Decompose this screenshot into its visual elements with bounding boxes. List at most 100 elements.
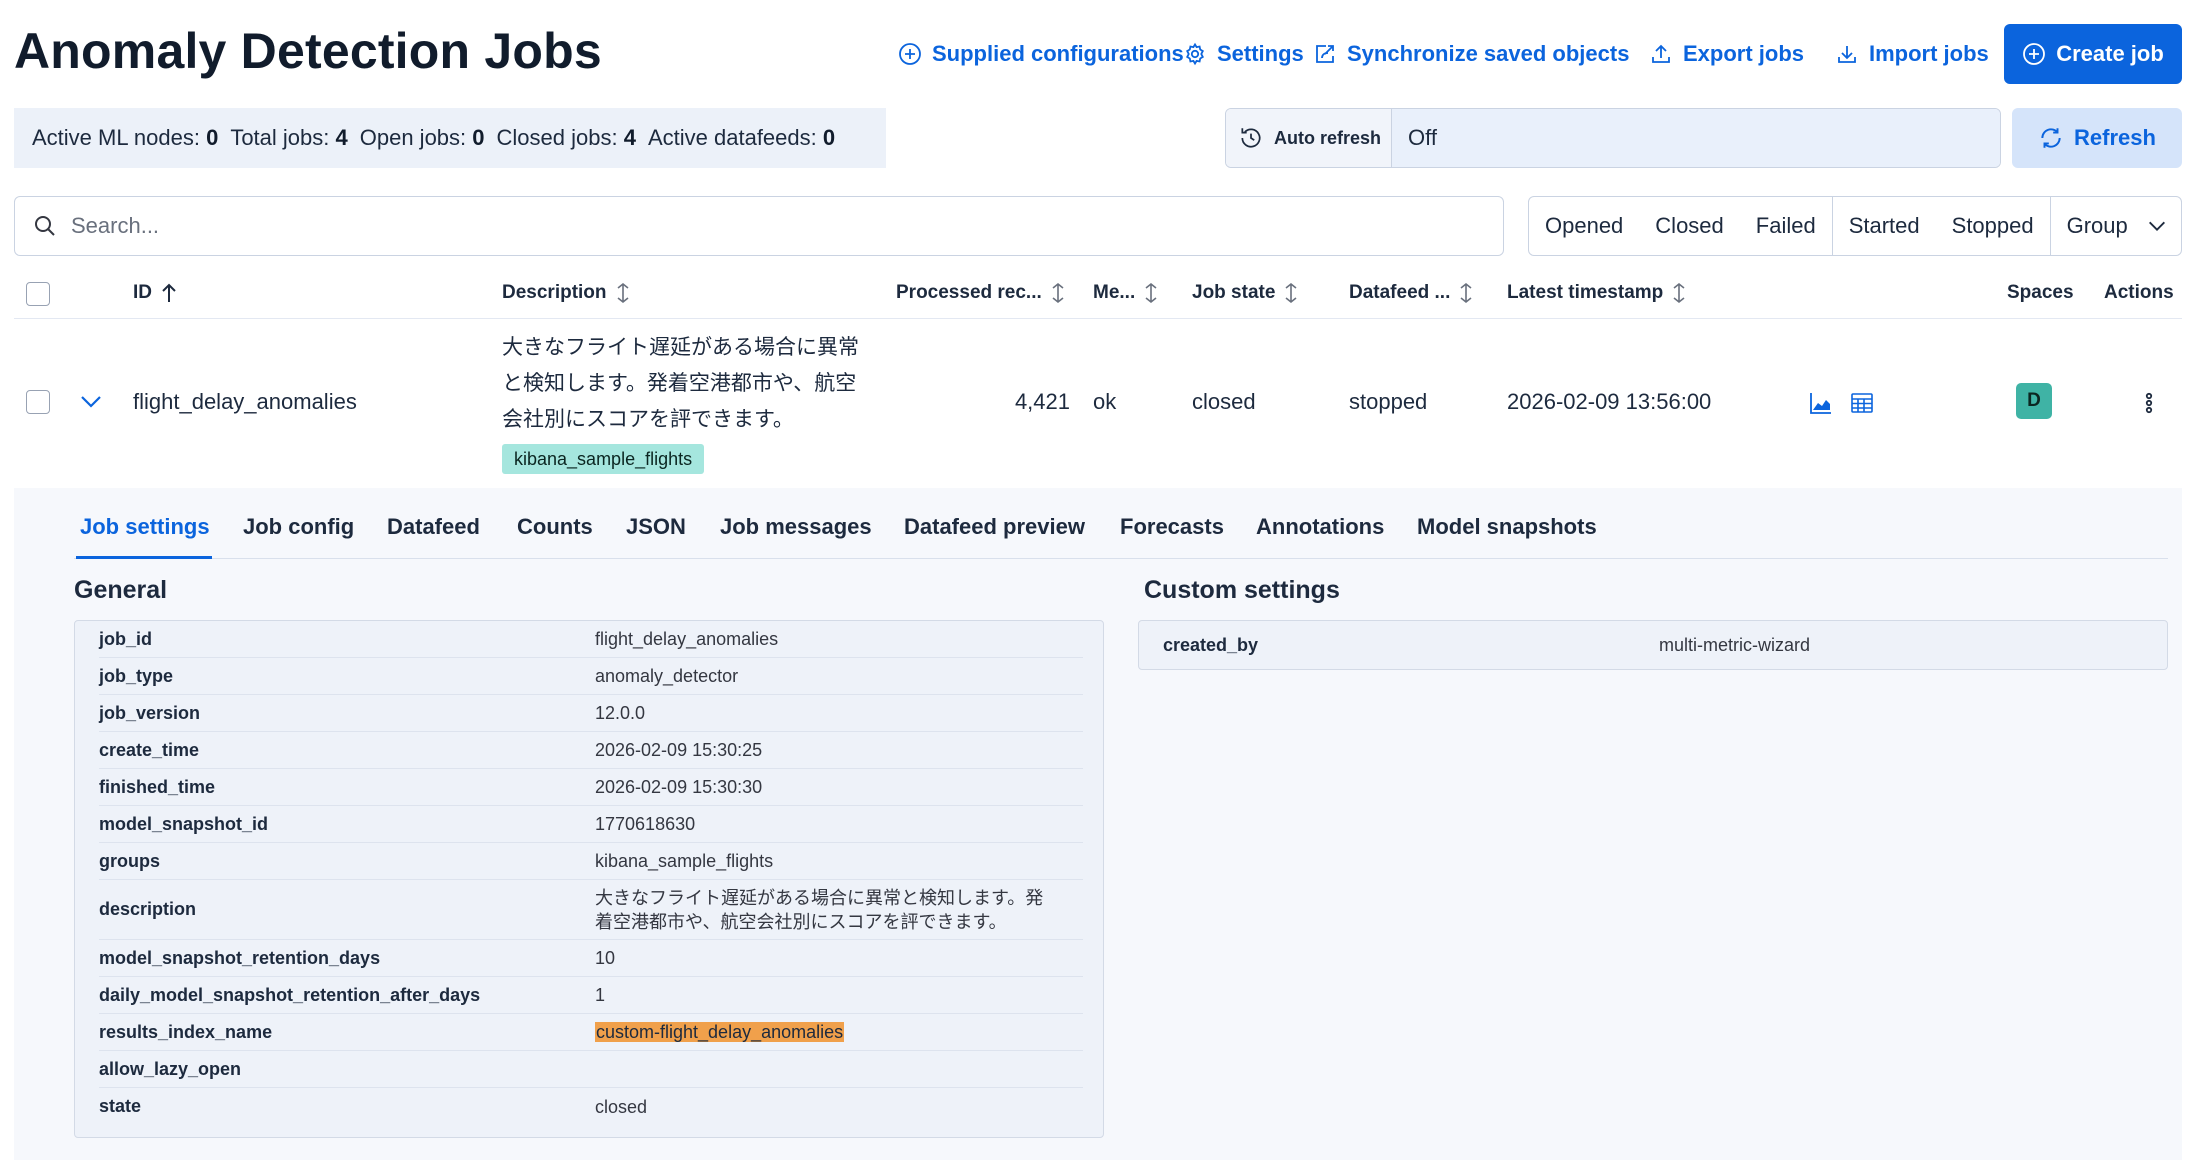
- column-header-description[interactable]: Description: [502, 278, 631, 308]
- kv-value: 2026-02-09 15:30:25: [595, 740, 763, 760]
- filter-stopped[interactable]: Stopped: [1936, 213, 2050, 239]
- sort-icon: [617, 282, 629, 304]
- stat-label: Active ML nodes:: [32, 125, 200, 150]
- job-description-text: 大きなフライト遅延がある場合に異常と検知します。発着空港都市や、航空会社別にスコ…: [502, 336, 859, 431]
- kv-value: anomaly_detector: [595, 666, 739, 686]
- stat-value: 0: [472, 125, 485, 150]
- tab-model-snapshots[interactable]: Model snapshots: [1417, 514, 1597, 558]
- column-label: Latest timestamp: [1507, 282, 1664, 303]
- kv-key: model_snapshot_id: [99, 813, 269, 834]
- column-header-spaces: Spaces: [2007, 278, 2074, 308]
- kv-value: 1: [595, 985, 606, 1005]
- refresh-label: Refresh: [2074, 125, 2156, 150]
- custom-settings-table: created_by multi-metric-wizard: [1138, 620, 2168, 670]
- auto-refresh-label-box[interactable]: Auto refresh: [1226, 109, 1392, 167]
- kv-row: job_id flight_delay_anomalies: [99, 621, 1083, 658]
- kv-row: allow_lazy_open: [99, 1051, 1083, 1088]
- tab-job-messages[interactable]: Job messages: [720, 514, 872, 558]
- kv-value: closed: [595, 1096, 648, 1117]
- kv-value: custom-flight_delay_anomalies: [595, 1020, 1083, 1044]
- kv-key: job_type: [99, 665, 174, 686]
- tab-job-settings[interactable]: Job settings: [80, 514, 210, 558]
- sync-objects-icon: [1316, 45, 1334, 63]
- column-label: Processed rec...: [896, 282, 1042, 303]
- synchronize-saved-objects-button[interactable]: Synchronize saved objects: [1313, 38, 1629, 70]
- gear-icon: [1186, 42, 1204, 66]
- refresh-icon: [2041, 128, 2061, 148]
- memory-status: ok: [1093, 389, 1117, 414]
- job-stats-bar: Active ML nodes: 0 Total jobs: 4 Open jo…: [14, 108, 886, 168]
- column-label: Spaces: [2007, 282, 2074, 303]
- filter-failed[interactable]: Failed: [1740, 213, 1832, 239]
- stat-value: 4: [623, 125, 636, 150]
- import-jobs-button[interactable]: Import jobs: [1835, 38, 1989, 70]
- sort-icon: [1052, 282, 1064, 304]
- column-header-datafeed-state[interactable]: Datafeed ...: [1349, 278, 1474, 308]
- job-description: 大きなフライト遅延がある場合に異常と検知します。発着空港都市や、航空会社別にスコ…: [502, 330, 872, 477]
- tab-job-config[interactable]: Job config: [243, 514, 354, 558]
- group-filter-button[interactable]: Group: [2051, 197, 2182, 255]
- kv-row: results_index_name custom-flight_delay_an…: [99, 1014, 1083, 1051]
- chevron-down-icon: [2148, 221, 2165, 231]
- stat-closed-jobs: Closed jobs: 4: [497, 125, 636, 151]
- tab-counts[interactable]: Counts: [517, 514, 593, 558]
- plus-circle-icon: [899, 43, 921, 65]
- sort-icon: [1460, 282, 1472, 304]
- group-badge[interactable]: kibana_sample_flights: [502, 444, 705, 474]
- job-id[interactable]: flight_delay_anomalies: [133, 389, 357, 415]
- filter-opened[interactable]: Opened: [1529, 213, 1639, 239]
- chevron-down-icon[interactable]: [78, 391, 104, 413]
- processed-records: 4,421: [1014, 389, 1070, 414]
- auto-refresh-control[interactable]: Auto refresh Off: [1225, 108, 2001, 168]
- search-input[interactable]: [71, 213, 1471, 239]
- supplied-configurations-label: Supplied configurations: [932, 41, 1184, 66]
- tab-annotations[interactable]: Annotations: [1256, 514, 1384, 558]
- column-label: ID: [133, 282, 152, 303]
- tab-forecasts[interactable]: Forecasts: [1120, 514, 1224, 558]
- kv-key: groups: [99, 850, 160, 871]
- settings-button[interactable]: Settings: [1183, 38, 1304, 70]
- single-metric-viewer-icon[interactable]: [1849, 390, 1875, 416]
- more-actions-icon[interactable]: [2141, 390, 2157, 416]
- export-jobs-button[interactable]: Export jobs: [1649, 38, 1804, 70]
- tab-datafeed[interactable]: Datafeed: [387, 514, 480, 558]
- kv-key: create_time: [99, 739, 200, 760]
- column-header-memory-status[interactable]: Me...: [1093, 278, 1159, 308]
- supplied-configurations-button[interactable]: Supplied configurations: [898, 38, 1184, 70]
- kv-key: created_by: [1163, 634, 1259, 655]
- create-job-button[interactable]: Create job: [2004, 24, 2182, 84]
- kv-key: job_version: [99, 702, 201, 723]
- kv-key: results_index_name: [99, 1021, 273, 1042]
- kv-row: description 大きなフライト遅延がある場合に異常と検知します。発着空港都…: [99, 880, 1083, 940]
- custom-settings-section-title: Custom settings: [1144, 576, 1340, 604]
- stat-label: Active datafeeds:: [647, 125, 817, 150]
- anomaly-explorer-icon[interactable]: [1808, 390, 1834, 416]
- column-header-processed-records[interactable]: Processed rec...: [896, 278, 1066, 308]
- column-header-latest-timestamp[interactable]: Latest timestamp: [1507, 278, 1687, 308]
- kv-value: 10: [595, 948, 616, 968]
- tab-json[interactable]: JSON: [626, 514, 686, 558]
- space-avatar[interactable]: D: [2016, 383, 2052, 419]
- kv-row: job_version 12.0.0: [99, 695, 1083, 732]
- datafeed-state-filters: Started Stopped: [1833, 197, 2051, 255]
- column-header-id[interactable]: ID: [133, 278, 178, 308]
- filter-started[interactable]: Started: [1833, 213, 1936, 239]
- column-header-job-state[interactable]: Job state: [1192, 278, 1299, 308]
- filter-closed[interactable]: Closed: [1639, 213, 1739, 239]
- synchronize-label: Synchronize saved objects: [1347, 41, 1630, 66]
- column-label: Description: [502, 282, 607, 303]
- column-label: Me...: [1093, 282, 1136, 303]
- import-icon: [1838, 46, 1856, 63]
- row-select-checkbox[interactable]: [26, 390, 50, 414]
- auto-refresh-value[interactable]: Off: [1392, 109, 2000, 167]
- refresh-button[interactable]: Refresh: [2012, 108, 2182, 168]
- tab-datafeed-preview[interactable]: Datafeed preview: [904, 514, 1085, 558]
- search-box[interactable]: [14, 196, 1504, 256]
- latest-timestamp: 2026-02-09 13:56:00: [1507, 389, 1712, 414]
- select-all-checkbox[interactable]: [26, 282, 50, 306]
- kv-value: 1770618630: [595, 814, 696, 834]
- kv-key: state: [99, 1096, 142, 1116]
- kv-value: multi-metric-wizard: [1659, 635, 1811, 655]
- stat-value: 0: [206, 125, 219, 150]
- datafeed-state: stopped: [1349, 389, 1428, 414]
